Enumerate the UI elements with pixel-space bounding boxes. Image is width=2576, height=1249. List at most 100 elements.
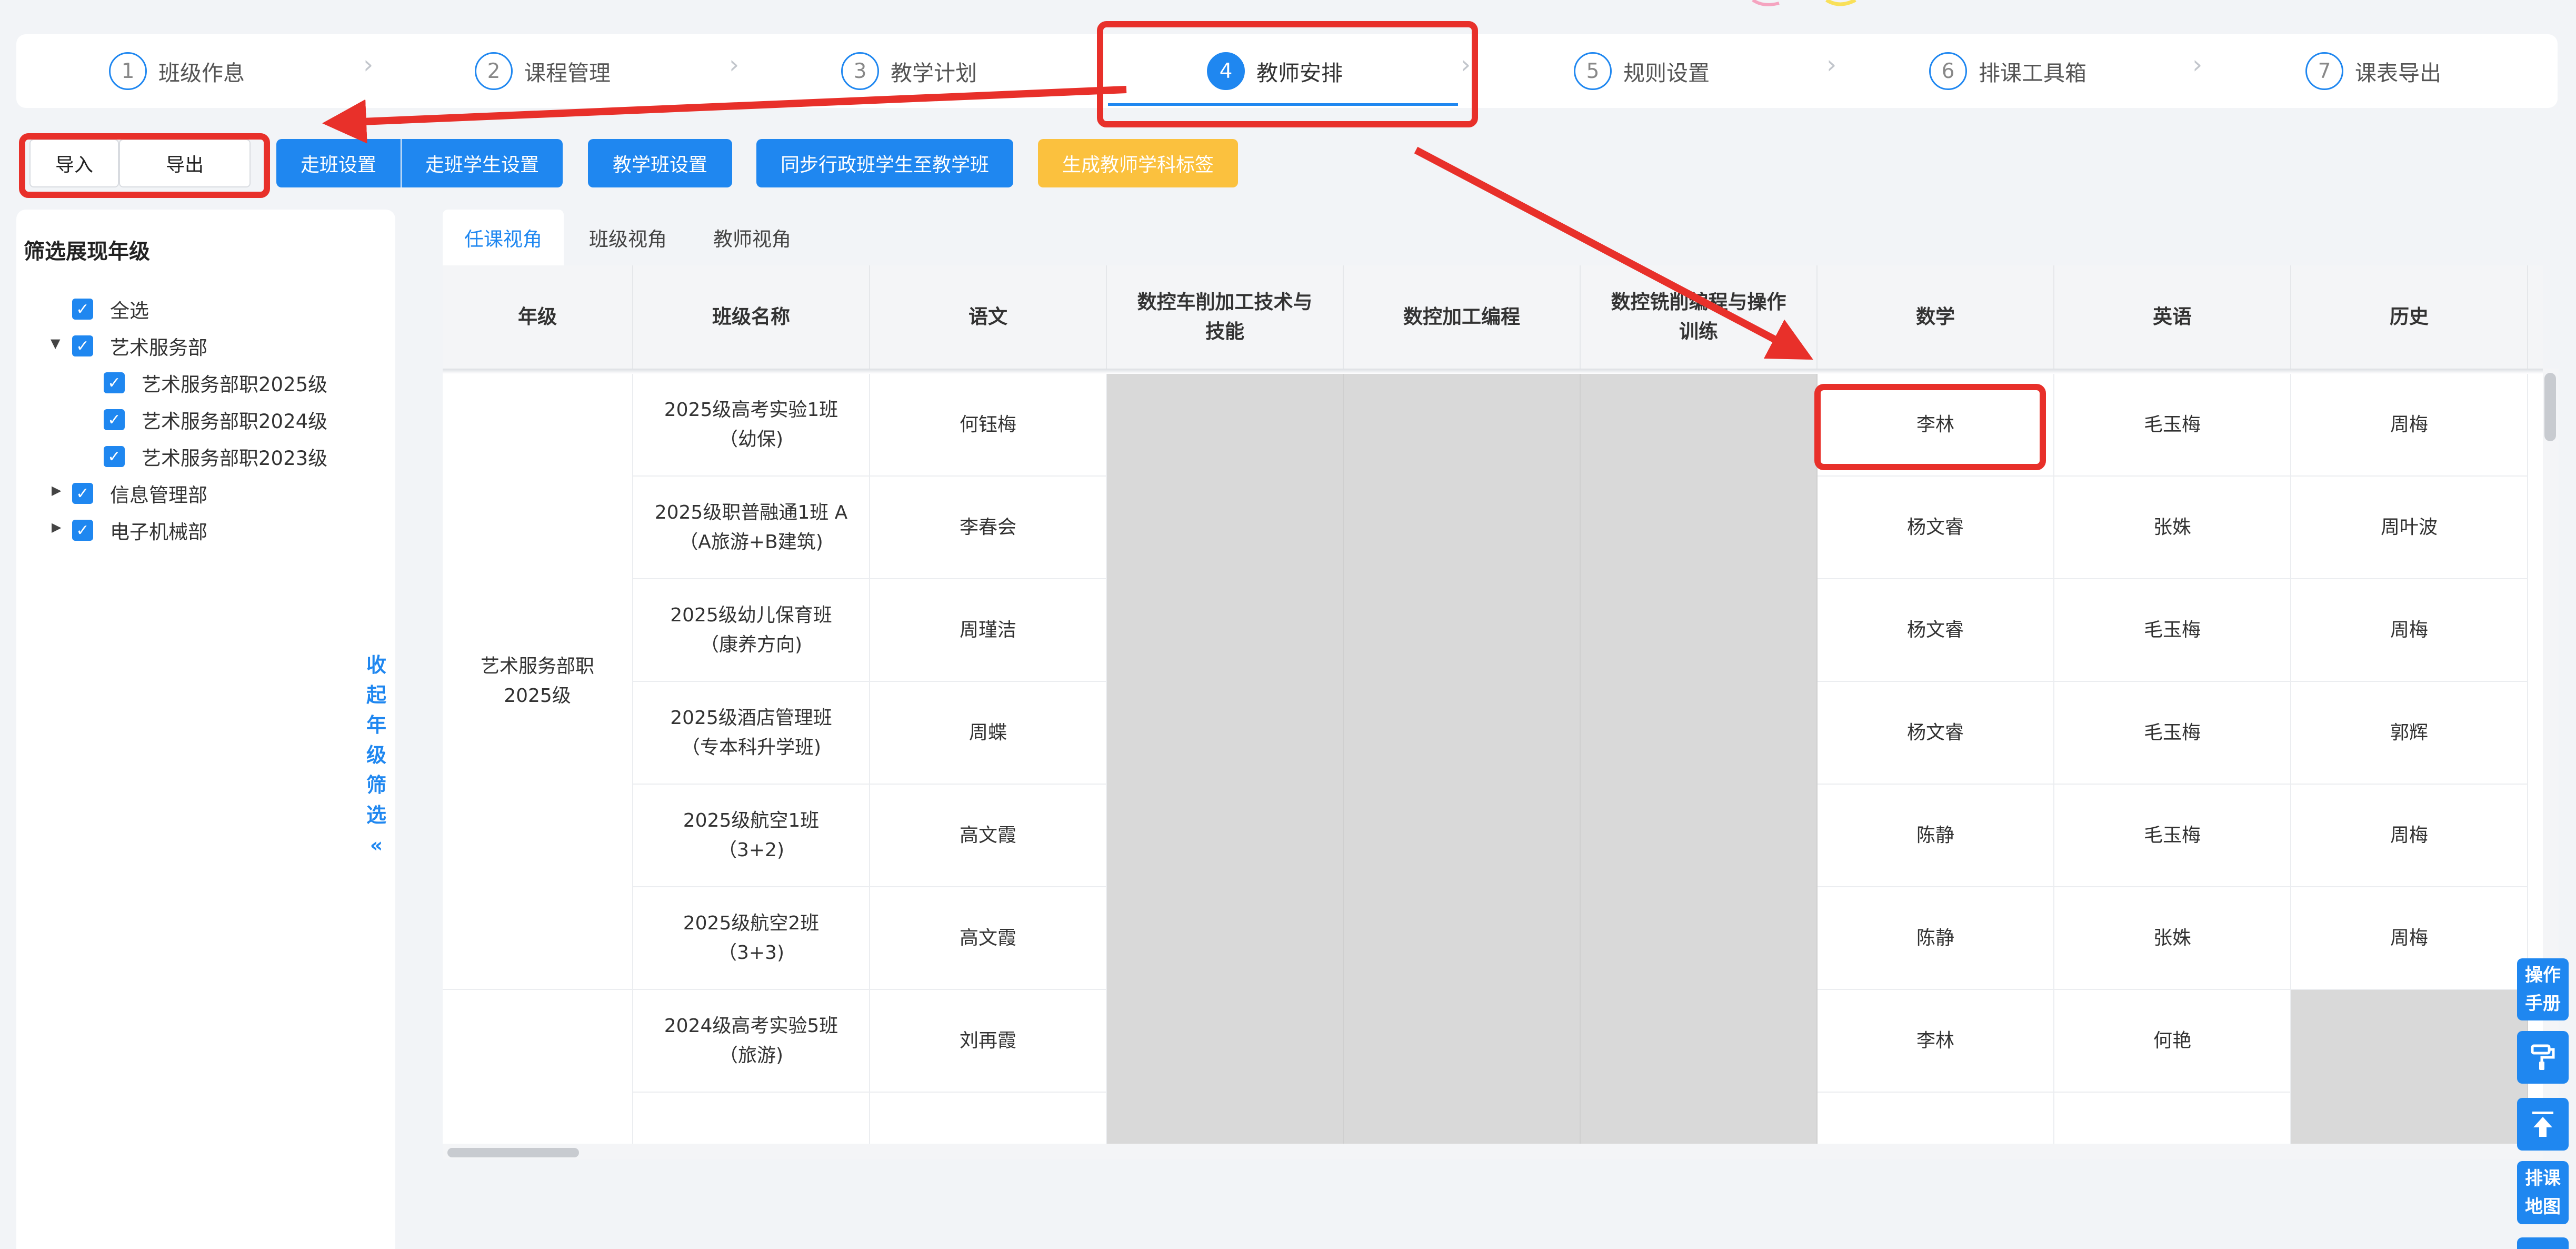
- tab-teaching-view[interactable]: 任课视角: [443, 210, 564, 265]
- teacher-cell-math[interactable]: 杨文睿: [1818, 579, 2054, 682]
- teacher-cell-history[interactable]: 周梅: [2291, 887, 2528, 990]
- teacher-cell-chinese[interactable]: 舒莎: [870, 1093, 1107, 1144]
- operation-manual-button[interactable]: 操作手册: [2517, 958, 2569, 1020]
- disabled-cell: [1344, 1093, 1581, 1144]
- teacher-cell-english[interactable]: 毛玉梅: [2054, 682, 2291, 785]
- teacher-cell-math[interactable]: 陈静: [1818, 785, 2054, 887]
- step-2[interactable]: 2 课程管理: [475, 34, 611, 108]
- class-name-cell: 2025级职普融通1班 A（A旅游+B建筑): [633, 477, 870, 579]
- generate-subject-tags-button[interactable]: 生成教师学科标签: [1038, 139, 1238, 187]
- checkbox-checked-icon[interactable]: ✓: [72, 335, 93, 356]
- disabled-cell: [2291, 990, 2528, 1093]
- teacher-cell-chinese[interactable]: 李春会: [870, 477, 1107, 579]
- tree-item-art-2024[interactable]: ✓ 艺术服务部职2024级: [104, 405, 327, 434]
- tree-item-art-service[interactable]: ✓ 艺术服务部: [72, 332, 207, 360]
- walk-class-settings-button[interactable]: 走班设置: [276, 139, 401, 187]
- checkbox-checked-icon[interactable]: ✓: [72, 299, 93, 320]
- float-button-partial[interactable]: [2517, 1237, 2569, 1249]
- teacher-cell-history[interactable]: 周梅: [2291, 579, 2528, 682]
- grade-filter-title: 筛选展现年级: [24, 240, 150, 264]
- disabled-cell: [1344, 990, 1581, 1093]
- teacher-cell-chinese[interactable]: 周瑾洁: [870, 579, 1107, 682]
- step-number: 2: [475, 52, 513, 90]
- grade-group-cell: 艺术服务部职2025级: [443, 374, 633, 990]
- teacher-cell-english[interactable]: 毛玉梅: [2054, 374, 2291, 477]
- teacher-cell-history[interactable]: 周梅: [2291, 785, 2528, 887]
- vertical-scrollbar[interactable]: [2543, 369, 2559, 1144]
- checkbox-checked-icon[interactable]: ✓: [104, 446, 125, 467]
- horizontal-scrollbar[interactable]: [443, 1144, 2543, 1159]
- disabled-cell: [1581, 477, 1818, 579]
- teacher-cell-history[interactable]: 郭辉: [2291, 682, 2528, 785]
- disabled-cell: [1107, 579, 1344, 682]
- step-5[interactable]: 5 规则设置: [1574, 34, 1710, 108]
- teacher-cell-chinese[interactable]: 何钰梅: [870, 374, 1107, 477]
- step-3[interactable]: 3 教学计划: [841, 34, 977, 108]
- disabled-cell: [1581, 785, 1818, 887]
- collapse-grade-filter-button[interactable]: 收起年级筛选 «: [365, 650, 388, 860]
- teacher-cell-math[interactable]: 陈静: [1818, 887, 2054, 990]
- chevron-right-icon: ›: [1826, 50, 1837, 80]
- caret-down-icon[interactable]: ▼: [51, 336, 60, 351]
- vertical-scroll-thumb[interactable]: [2544, 373, 2556, 441]
- column-header-cnc-programming: 数控加工编程: [1344, 265, 1581, 369]
- checkbox-checked-icon[interactable]: ✓: [72, 520, 93, 541]
- teacher-cell-history[interactable]: 周梅: [2291, 374, 2528, 477]
- teacher-cell-math[interactable]: 杨文睿: [1818, 682, 2054, 785]
- teacher-cell-math[interactable]: 李林: [1818, 990, 2054, 1093]
- checkbox-checked-icon[interactable]: ✓: [72, 483, 93, 504]
- teacher-cell-math[interactable]: 杨文睿: [1818, 477, 2054, 579]
- teacher-cell-english[interactable]: 何艳: [2054, 990, 2291, 1093]
- teacher-cell-math[interactable]: 胡镖: [1818, 1093, 2054, 1144]
- tree-item-info-management[interactable]: ✓ 信息管理部: [72, 479, 207, 508]
- teacher-cell-english[interactable]: 何艳: [2054, 1093, 2291, 1144]
- caret-right-icon[interactable]: ▶: [52, 520, 61, 534]
- class-name-cell: 2025级酒店管理班（专本科升学班): [633, 682, 870, 785]
- class-name-cell: 2025级航空1班（3+2): [633, 785, 870, 887]
- step-1[interactable]: 1 班级作息: [109, 34, 245, 108]
- teacher-cell-english[interactable]: 张姝: [2054, 887, 2291, 990]
- horizontal-scroll-thumb[interactable]: [447, 1148, 579, 1157]
- disabled-cell: [1107, 990, 1344, 1093]
- tab-class-view[interactable]: 班级视角: [566, 210, 690, 265]
- teacher-cell-chinese[interactable]: 高文霞: [870, 785, 1107, 887]
- back-to-top-icon[interactable]: [2517, 1098, 2569, 1151]
- scheduling-map-button[interactable]: 排课地图: [2517, 1161, 2569, 1224]
- paint-roller-icon[interactable]: [2517, 1031, 2569, 1084]
- disabled-cell: [1107, 477, 1344, 579]
- teacher-cell-chinese[interactable]: 高文霞: [870, 887, 1107, 990]
- sync-students-button[interactable]: 同步行政班学生至教学班: [756, 139, 1013, 187]
- chevron-right-icon: ›: [363, 50, 374, 80]
- walk-student-settings-button[interactable]: 走班学生设置: [402, 139, 563, 187]
- column-header-cnc-turning: 数控车削加工技术与技能: [1107, 265, 1344, 369]
- checkbox-checked-icon[interactable]: ✓: [104, 372, 125, 393]
- step-number: 3: [841, 52, 879, 90]
- teacher-cell-english[interactable]: 毛玉梅: [2054, 785, 2291, 887]
- column-header-class-name: 班级名称: [633, 265, 870, 369]
- teacher-cell-english[interactable]: 毛玉梅: [2054, 579, 2291, 682]
- tree-item-art-2025[interactable]: ✓ 艺术服务部职2025级: [104, 369, 327, 397]
- collapse-label: 收起年级筛选: [366, 653, 386, 827]
- tree-item-electro-mechanical[interactable]: ✓ 电子机械部: [72, 516, 207, 544]
- disabled-cell: [1344, 579, 1581, 682]
- column-header-grade: 年级: [443, 265, 633, 369]
- teacher-cell-history[interactable]: 周叶波: [2291, 477, 2528, 579]
- step-number: 5: [1574, 52, 1612, 90]
- tree-item-label: 艺术服务部: [110, 336, 207, 359]
- teacher-cell-english[interactable]: 张姝: [2054, 477, 2291, 579]
- map-label: 排课地图: [2525, 1168, 2561, 1217]
- tab-teacher-view[interactable]: 教师视角: [690, 210, 814, 265]
- tree-item-select-all[interactable]: ✓ 全选: [72, 295, 149, 323]
- teaching-class-settings-button[interactable]: 教学班设置: [588, 139, 732, 187]
- class-name-cell: 2024级高考实验5班（旅游): [633, 990, 870, 1093]
- step-6[interactable]: 6 排课工具箱: [1929, 34, 2086, 108]
- caret-right-icon[interactable]: ▶: [52, 483, 61, 498]
- teacher-cell-chinese[interactable]: 刘再霞: [870, 990, 1107, 1093]
- checkbox-checked-icon[interactable]: ✓: [104, 409, 125, 430]
- disabled-cell: [1344, 374, 1581, 477]
- teacher-cell-chinese[interactable]: 周蝶: [870, 682, 1107, 785]
- step-7[interactable]: 7 课表导出: [2305, 34, 2441, 108]
- chevron-right-icon: ›: [729, 50, 740, 80]
- tree-item-art-2023[interactable]: ✓ 艺术服务部职2023级: [104, 442, 327, 471]
- step-label: 课表导出: [2355, 61, 2441, 86]
